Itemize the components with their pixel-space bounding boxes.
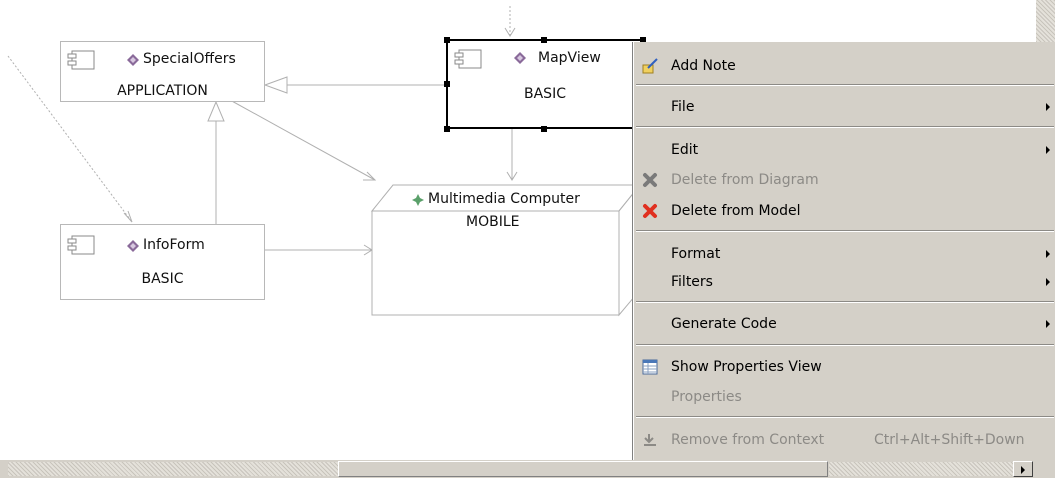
- component-icon: [67, 235, 95, 255]
- menu-label: Delete from Model: [671, 203, 801, 219]
- diamond-icon: [514, 52, 526, 64]
- resize-handle[interactable]: [541, 126, 547, 132]
- menu-item-format[interactable]: Format: [634, 241, 1055, 267]
- submenu-arrow-icon: [1046, 250, 1050, 258]
- component-icon: [67, 50, 95, 70]
- association-line: [229, 99, 376, 181]
- component-name: InfoForm: [143, 237, 205, 253]
- scroll-right-button[interactable]: [1013, 461, 1033, 477]
- component-special-offers[interactable]: SpecialOffers APPLICATION: [60, 41, 265, 102]
- menu-label: Delete from Diagram: [671, 172, 819, 188]
- submenu-arrow-icon: [1046, 146, 1050, 154]
- menu-separator: [636, 301, 1054, 303]
- menu-label: File: [671, 99, 695, 115]
- menu-label: Add Note: [671, 58, 736, 74]
- component-name: MapView: [538, 50, 601, 66]
- menu-shortcut: Ctrl+Alt+Shift+Down: [874, 432, 1025, 448]
- generalization-arrow-head: [207, 100, 225, 122]
- menu-separator: [636, 230, 1054, 232]
- menu-item-generate-code[interactable]: Generate Code: [634, 311, 1055, 337]
- menu-label: Show Properties View: [671, 359, 822, 375]
- menu-label: Format: [671, 246, 721, 262]
- node-name: Multimedia Computer: [428, 191, 580, 207]
- resize-handle[interactable]: [541, 37, 547, 43]
- delete-icon: [643, 204, 657, 218]
- menu-separator: [636, 344, 1054, 346]
- menu-label: Properties: [671, 389, 742, 405]
- scrollbar-track-right[interactable]: [829, 462, 1013, 476]
- menu-item-properties[interactable]: Properties: [634, 384, 1055, 410]
- node-icon: [412, 194, 424, 206]
- remove-from-context-icon: [644, 434, 656, 446]
- resize-handle[interactable]: [444, 37, 450, 43]
- menu-label: Generate Code: [671, 316, 777, 332]
- menu-item-file[interactable]: File: [634, 94, 1055, 120]
- resize-handle[interactable]: [444, 126, 450, 132]
- delete-icon: [643, 173, 657, 187]
- diamond-icon: [127, 240, 139, 252]
- horizontal-scrollbar[interactable]: [0, 460, 1055, 478]
- component-info-form[interactable]: InfoForm BASIC: [60, 224, 265, 300]
- menu-label: Edit: [671, 142, 699, 158]
- menu-item-filters[interactable]: Filters: [634, 269, 1055, 295]
- scrollbar-track-left[interactable]: [8, 462, 338, 476]
- resize-handle[interactable]: [444, 81, 450, 87]
- menu-separator: [636, 416, 1054, 418]
- menu-item-show-properties-view[interactable]: Show Properties View: [634, 354, 1055, 380]
- submenu-arrow-icon: [1046, 320, 1050, 328]
- scrollbar-thumb[interactable]: [338, 461, 828, 477]
- component-name: SpecialOffers: [143, 51, 236, 67]
- submenu-arrow-icon: [1046, 103, 1050, 111]
- diamond-icon: [127, 54, 139, 66]
- component-stereotype: BASIC: [141, 271, 184, 287]
- chevron-right-icon: [1021, 466, 1025, 474]
- menu-item-remove-from-context[interactable]: Remove from Context Ctrl+Alt+Shift+Down: [634, 427, 1055, 453]
- context-menu: Add Note File Edit Delete from Diagram D…: [633, 42, 1055, 460]
- menu-item-delete-from-model[interactable]: Delete from Model: [634, 198, 1055, 224]
- menu-label: Remove from Context: [671, 432, 825, 448]
- menu-item-edit[interactable]: Edit: [634, 137, 1055, 163]
- menu-item-add-note[interactable]: Add Note: [634, 53, 1055, 79]
- node-stereotype: MOBILE: [466, 214, 520, 230]
- menu-separator: [636, 84, 1054, 86]
- menu-label: Filters: [671, 274, 713, 290]
- add-note-icon: [642, 58, 658, 74]
- generalization-arrow-head: [263, 76, 288, 94]
- component-stereotype: APPLICATION: [117, 83, 208, 99]
- component-icon: [454, 49, 482, 69]
- vertical-scrollbar-track[interactable]: [1036, 0, 1055, 42]
- menu-item-delete-from-diagram[interactable]: Delete from Diagram: [634, 167, 1055, 193]
- association-arrow-head: [363, 171, 377, 181]
- properties-table-icon: [642, 359, 658, 375]
- component-map-view[interactable]: MapView BASIC: [446, 39, 644, 129]
- menu-separator: [636, 126, 1054, 128]
- component-stereotype: BASIC: [524, 86, 566, 102]
- submenu-arrow-icon: [1046, 278, 1050, 286]
